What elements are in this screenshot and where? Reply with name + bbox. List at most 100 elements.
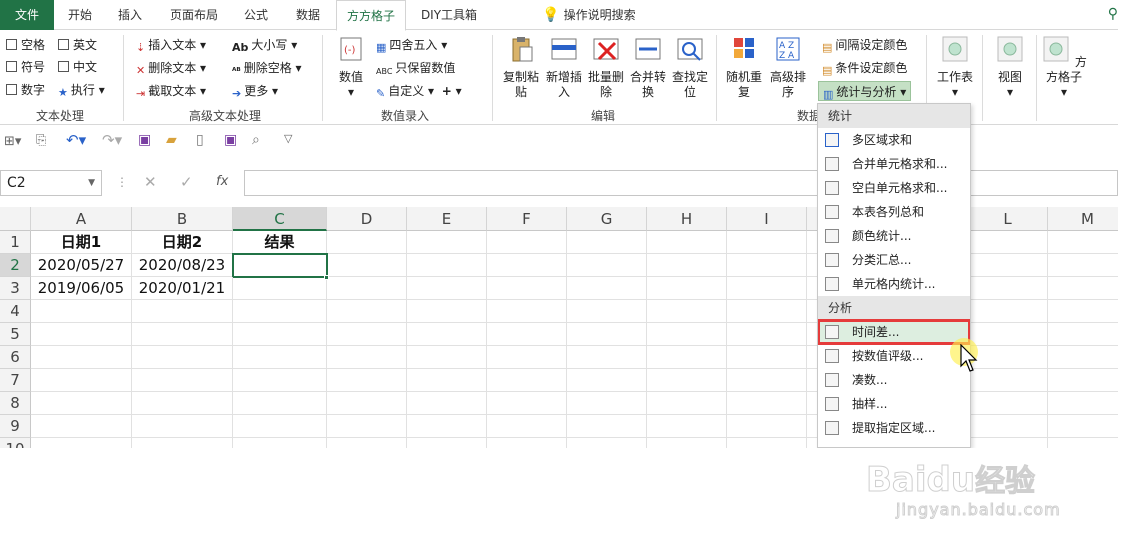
tab-data[interactable]: 数据 (286, 0, 330, 30)
grid-cell[interactable] (233, 415, 327, 438)
grid-cell[interactable] (407, 277, 487, 300)
grid-cell[interactable] (567, 392, 647, 415)
tab-home[interactable]: 开始 (58, 0, 102, 30)
fx-icon[interactable]: fx (216, 174, 228, 189)
col-header-m[interactable]: M (1048, 207, 1118, 231)
grid-cell[interactable] (727, 438, 807, 448)
menu-item-column-totals[interactable]: 本表各列总和 (818, 200, 970, 224)
redo-icon[interactable]: ↷▾ (102, 131, 122, 149)
grid-cell[interactable] (727, 323, 807, 346)
tab-insert[interactable]: 插入 (108, 0, 152, 30)
checkbox-chinese[interactable]: 中文 (58, 57, 97, 77)
grid-cell[interactable] (487, 300, 567, 323)
grid-cell[interactable] (567, 438, 647, 448)
col-header-l[interactable]: L (968, 207, 1048, 231)
tab-diy[interactable]: DIY工具箱 (414, 0, 484, 30)
menu-item-merged-sum[interactable]: 合并单元格求和... (818, 152, 970, 176)
grid-cell[interactable] (487, 415, 567, 438)
grid-cell[interactable] (233, 346, 327, 369)
col-header-g[interactable]: G (567, 207, 647, 231)
delete-text-button[interactable]: ✕ 删除文本 ▾ (136, 58, 206, 78)
case-button[interactable]: Ab 大小写 ▾ (232, 35, 297, 55)
extract-text-button[interactable]: ⇥ 截取文本 ▾ (136, 81, 206, 101)
grid-cell[interactable] (968, 415, 1048, 438)
grid-cell[interactable] (31, 415, 132, 438)
grid-cell[interactable] (1048, 231, 1118, 254)
save-as-icon[interactable]: ▣ (224, 132, 237, 148)
grid-cell[interactable] (567, 277, 647, 300)
grid-cell[interactable] (327, 392, 407, 415)
menu-item-extract-range[interactable]: 提取指定区域... (818, 416, 970, 440)
grid-cell[interactable] (647, 392, 727, 415)
col-header-c[interactable]: C (233, 207, 327, 231)
new-file-icon[interactable]: ▯ (196, 132, 204, 148)
grid-cell[interactable] (968, 323, 1048, 346)
grid-cell[interactable] (1048, 300, 1118, 323)
grid-cell[interactable] (647, 369, 727, 392)
grid-cell[interactable] (1048, 369, 1118, 392)
grid-cell[interactable] (132, 415, 233, 438)
grid-cell[interactable] (567, 300, 647, 323)
grid-cell[interactable] (132, 323, 233, 346)
grid-cell[interactable] (487, 346, 567, 369)
insert-text-button[interactable]: ⇣ 插入文本 ▾ (136, 35, 206, 55)
row-header-5[interactable]: 5 (0, 323, 31, 346)
print-preview-icon[interactable]: ⌕ (252, 132, 260, 148)
col-header-i[interactable]: I (727, 207, 807, 231)
grid-cell[interactable] (968, 438, 1048, 448)
grid-cell[interactable] (1048, 392, 1118, 415)
grid-cell[interactable] (233, 438, 327, 448)
condition-color-button[interactable]: ▤ 条件设定颜色 (822, 58, 907, 78)
grid-cell[interactable] (407, 231, 487, 254)
cell-b3[interactable]: 2020/01/21 (132, 277, 233, 300)
grid-cell[interactable] (407, 254, 487, 277)
grid-cell[interactable] (407, 346, 487, 369)
remove-space-button[interactable]: ᴬᴮ 删除空格 ▾ (232, 58, 302, 78)
row-header-1[interactable]: 1 (0, 231, 31, 254)
select-all-corner[interactable] (0, 207, 31, 231)
grid-cell[interactable] (487, 231, 567, 254)
cell-b2[interactable]: 2020/08/23 (132, 254, 233, 277)
grid-cell[interactable] (233, 369, 327, 392)
col-header-a[interactable]: A (31, 207, 132, 231)
execute-button[interactable]: ★ 执行 ▾ (58, 80, 105, 100)
grid-cell[interactable] (327, 346, 407, 369)
grid-cell[interactable] (132, 392, 233, 415)
row-header-2[interactable]: 2 (0, 254, 31, 277)
col-header-h[interactable]: H (647, 207, 727, 231)
grid-cell[interactable] (407, 323, 487, 346)
grid-cell[interactable] (727, 369, 807, 392)
random-repeat-button[interactable]: 随机重复 (724, 35, 764, 100)
cell-a2[interactable]: 2020/05/27 (31, 254, 132, 277)
grid-cell[interactable] (727, 231, 807, 254)
worksheet-button[interactable]: 工作表 ▾ (934, 35, 976, 100)
save-icon[interactable]: ▣ (138, 132, 151, 148)
grid-cell[interactable] (1048, 254, 1118, 277)
fangfang-button[interactable]: 方方格子 ▾ (1040, 35, 1088, 100)
cell-c1[interactable]: 结果 (233, 231, 327, 254)
grid-cell[interactable] (1048, 415, 1118, 438)
menu-item-subtotal[interactable]: 分类汇总... (818, 248, 970, 272)
view-button[interactable]: 视图 ▾ (990, 35, 1030, 100)
grid-cell[interactable] (1048, 323, 1118, 346)
col-header-d[interactable]: D (327, 207, 407, 231)
stats-analysis-button[interactable]: ▥ 统计与分析 ▾ (818, 81, 912, 101)
grid-cell[interactable] (1048, 346, 1118, 369)
grid-cell[interactable] (1048, 277, 1118, 300)
open-folder-icon[interactable]: ▰ (166, 132, 177, 148)
row-header-4[interactable]: 4 (0, 300, 31, 323)
grid-cell[interactable] (487, 392, 567, 415)
row-header-9[interactable]: 9 (0, 415, 31, 438)
grid-cell[interactable] (647, 254, 727, 277)
grid-cell[interactable] (567, 231, 647, 254)
menu-item-blank-sum[interactable]: 空白单元格求和... (818, 176, 970, 200)
tell-me-search[interactable]: 💡 操作说明搜索 (534, 0, 644, 30)
grid-cell[interactable] (567, 254, 647, 277)
cancel-icon[interactable]: ✕ (144, 173, 157, 191)
tab-formulas[interactable]: 公式 (234, 0, 278, 30)
row-header-7[interactable]: 7 (0, 369, 31, 392)
grid-cell[interactable] (233, 277, 327, 300)
grid-cell[interactable] (132, 300, 233, 323)
grid-cell[interactable] (487, 369, 567, 392)
grid-cell[interactable] (31, 369, 132, 392)
